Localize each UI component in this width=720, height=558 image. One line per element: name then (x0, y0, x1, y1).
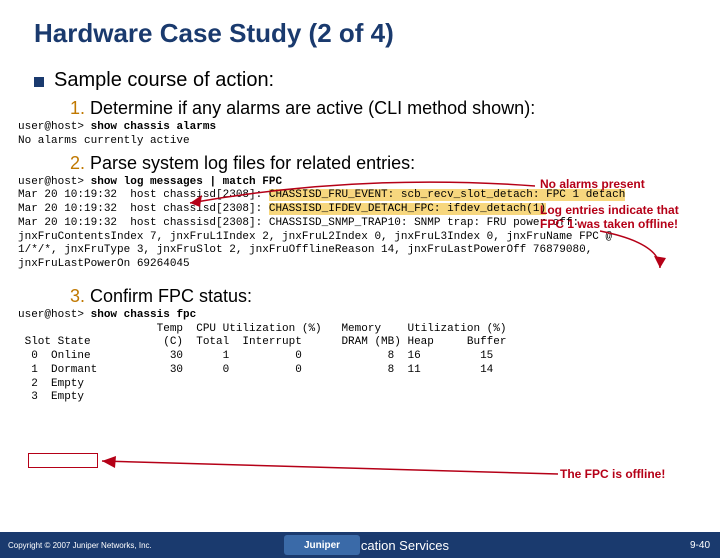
callout2-line1: Log entries indicate that (540, 203, 679, 217)
cli-block-3: user@host> show chassis fpc Temp CPU Uti… (18, 309, 720, 405)
log-l2-highlight: CHASSISD_IFDEV_DETACH_FPC: ifdev_detach(… (269, 203, 546, 215)
log-l3: Mar 20 10:19:32 host chassisd[2308]: CHA… (18, 217, 579, 229)
step-1-text: Determine if any alarms are active (CLI … (85, 98, 535, 118)
slide-title: Hardware Case Study (2 of 4) (34, 18, 720, 49)
callout-log-entries: Log entries indicate that FPC 1 was take… (540, 204, 679, 232)
fpc-row-0: 0 Online 30 1 0 8 16 15 (18, 350, 493, 362)
cli1-prompt: user@host> (18, 121, 91, 133)
copyright-text: Copyright © 2007 Juniper Networks, Inc. (8, 541, 152, 550)
log-prompt: user@host> (18, 176, 91, 188)
fpc-row-1: 1 Dormant 30 0 0 8 11 14 (18, 364, 493, 376)
callout-fpc-offline: The FPC is offline! (560, 468, 665, 482)
step-3-number: 3. (70, 286, 85, 306)
page-number: 9-40 (690, 540, 710, 551)
log-l1a: Mar 20 10:19:32 host chassisd[2308]: (18, 189, 269, 201)
fpc1-highlight-box (28, 453, 98, 468)
step-2: 2. Parse system log files for related en… (70, 153, 720, 174)
step-3-text: Confirm FPC status: (85, 286, 252, 306)
fpc-prompt: user@host> (18, 309, 91, 321)
footer-bar: Copyright © 2007 Juniper Networks, Inc. … (0, 532, 720, 558)
cli1-output: No alarms currently active (18, 135, 190, 147)
fpc-cmd: show chassis fpc (91, 309, 197, 321)
log-l6: jnxFruLastPowerOn 69264045 (18, 258, 190, 270)
step-3: 3. Confirm FPC status: (70, 286, 720, 307)
bullet-square-icon (34, 77, 44, 87)
fpc-row-3: 3 Empty (18, 391, 84, 403)
callout2-line2: FPC 1 was taken offline! (540, 217, 678, 231)
arrow-3-icon (90, 456, 570, 486)
step-2-number: 2. (70, 153, 85, 173)
juniper-logo-icon: Juniper (284, 535, 360, 555)
log-cmd: show log messages | match FPC (91, 176, 282, 188)
step-1: 1. Determine if any alarms are active (C… (70, 98, 720, 119)
step-1-number: 1. (70, 98, 85, 118)
log-l4: jnxFruContentsIndex 7, jnxFruL1Index 2, … (18, 231, 612, 243)
bullet-row: Sample course of action: (34, 69, 720, 92)
log-l5: 1/*/*, jnxFruType 3, jnxFruSlot 2, jnxFr… (18, 244, 592, 256)
cli-block-1: user@host> show chassis alarms No alarms… (18, 121, 720, 149)
svg-text:Juniper: Juniper (304, 540, 340, 551)
fpc-h2: Slot State (C) Total Interrupt DRAM (MB)… (18, 336, 506, 348)
step-2-text: Parse system log files for related entri… (85, 153, 415, 173)
cli1-cmd: show chassis alarms (91, 121, 216, 133)
callout-no-alarms: No alarms present (540, 178, 645, 192)
log-l2a: Mar 20 10:19:32 host chassisd[2308]: (18, 203, 269, 215)
fpc-row-2: 2 Empty (18, 378, 84, 390)
fpc-h1: Temp CPU Utilization (%) Memory Utilizat… (18, 323, 506, 335)
bullet-text: Sample course of action: (54, 69, 274, 92)
